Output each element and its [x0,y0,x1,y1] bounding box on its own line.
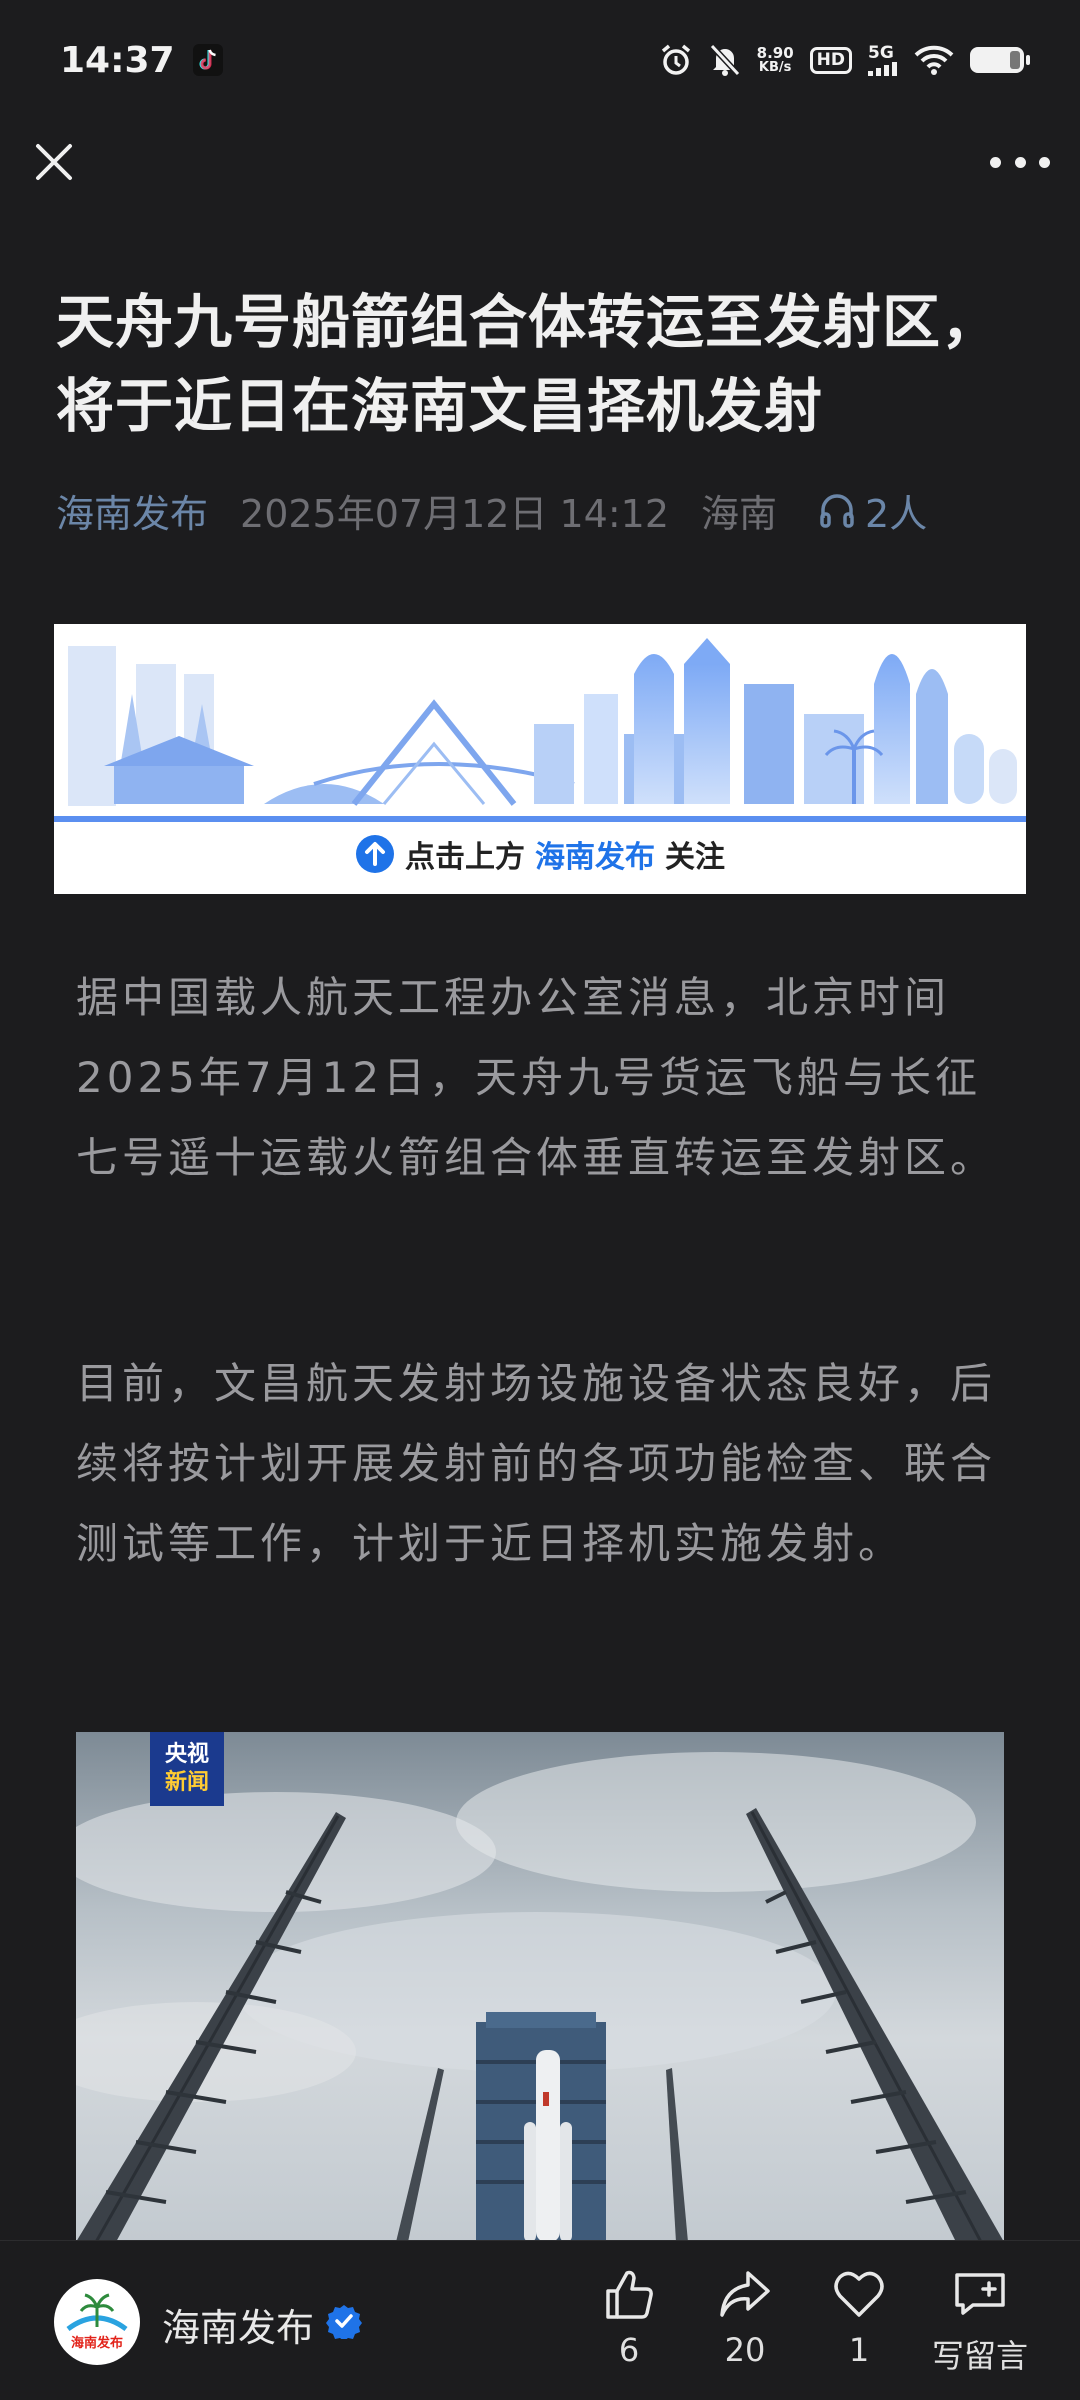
follow-cta: 点击上方 海南发布 关注 [54,826,1026,882]
article-source-link[interactable]: 海南发布 [56,483,208,538]
share-button[interactable]: 20 [690,2265,800,2385]
battery-icon [970,47,1030,73]
network-indicator: 5G [868,42,898,76]
like-count: 6 [618,2331,640,2369]
thumbs-up-icon [606,2270,653,2319]
article-region: 海南 [701,491,778,536]
network-type: 5G [868,42,894,63]
alarm-icon [661,44,690,75]
write-comment-label: 写留言 [931,2337,1028,2375]
top-nav [0,120,1080,200]
article-paragraph: 据中国载人航天工程办公室消息，北京时间2025年7月12日，天舟九号货运飞船与长… [76,973,997,1182]
verified-icon [326,2305,362,2339]
hd-badge: HD [809,46,852,74]
account-avatar[interactable]: 海南发布 [54,2279,140,2365]
share-count: 20 [724,2331,766,2369]
cta-prefix: 点击上方 [405,840,525,875]
more-icon[interactable] [990,138,1050,186]
hainan-logo-icon: 海南发布 [55,2280,139,2364]
status-bar: 14:37 8.90 KB/s HD 5G [0,0,1080,120]
bottom-action-bar: 海南发布 海南发布 6 20 1 写留言 [0,2240,1080,2400]
article-meta: 海南发布 2025年07月12日 14:12 海南 2人 [56,480,927,540]
more-dot [1014,156,1026,168]
comment-add-icon [955,2273,1005,2315]
status-left: 14:37 [60,40,223,81]
more-dot [990,156,1001,168]
favorite-count: 1 [848,2331,870,2369]
net-speed-unit: KB/s [758,60,792,75]
heart-icon [834,2271,884,2317]
favorite-button[interactable]: 1 [804,2265,914,2385]
share-icon [720,2271,770,2317]
cctv-logo-line1: 央视 [164,1742,209,1767]
write-comment-button[interactable]: 写留言 [920,2265,1040,2385]
avatar-logo-text: 海南发布 [71,2335,123,2351]
more-dot [1039,156,1050,168]
cta-brand: 海南发布 [535,840,655,875]
cctv-news-logo: 央视 新闻 [150,1732,224,1806]
headphones-icon [820,494,854,528]
mute-icon [709,43,740,77]
launch-site-photo [76,1752,1004,2242]
close-icon[interactable] [30,138,78,186]
wifi-icon [914,45,954,75]
net-speed: 8.90 KB/s [756,44,794,75]
article-paragraph: 目前，文昌航天发射场设施设备状态良好，后续将按计划开展发射前的各项功能检查、联合… [76,1359,997,1568]
article-page: 14:37 8.90 KB/s HD 5G 天舟九号船箭组合体转运至发射区，将于… [0,0,1080,2400]
listener-count: 2人 [865,491,928,536]
signal-icon [868,61,897,76]
status-right: 8.90 KB/s HD 5G [659,42,1030,77]
cctv-logo-line2: 新闻 [164,1770,209,1795]
status-time: 14:37 [60,39,175,81]
listen-button[interactable]: 2人 [817,483,927,538]
arrow-up-icon [356,835,394,873]
city-skyline-illustration [54,638,1026,822]
article-photo[interactable]: 央视 新闻 [76,1732,1004,2242]
follow-banner[interactable]: 点击上方 海南发布 关注 [54,624,1026,894]
account-name[interactable]: 海南发布 [162,2297,314,2352]
article-title: 天舟九号船箭组合体转运至发射区，将于近日在海南文昌择机发射 [56,288,1001,440]
net-speed-value: 8.90 [756,44,794,62]
like-button[interactable]: 6 [574,2265,684,2385]
cta-suffix: 关注 [665,840,725,875]
tiktok-icon [192,44,223,76]
article-date: 2025年07月12日 14:12 [240,491,670,536]
